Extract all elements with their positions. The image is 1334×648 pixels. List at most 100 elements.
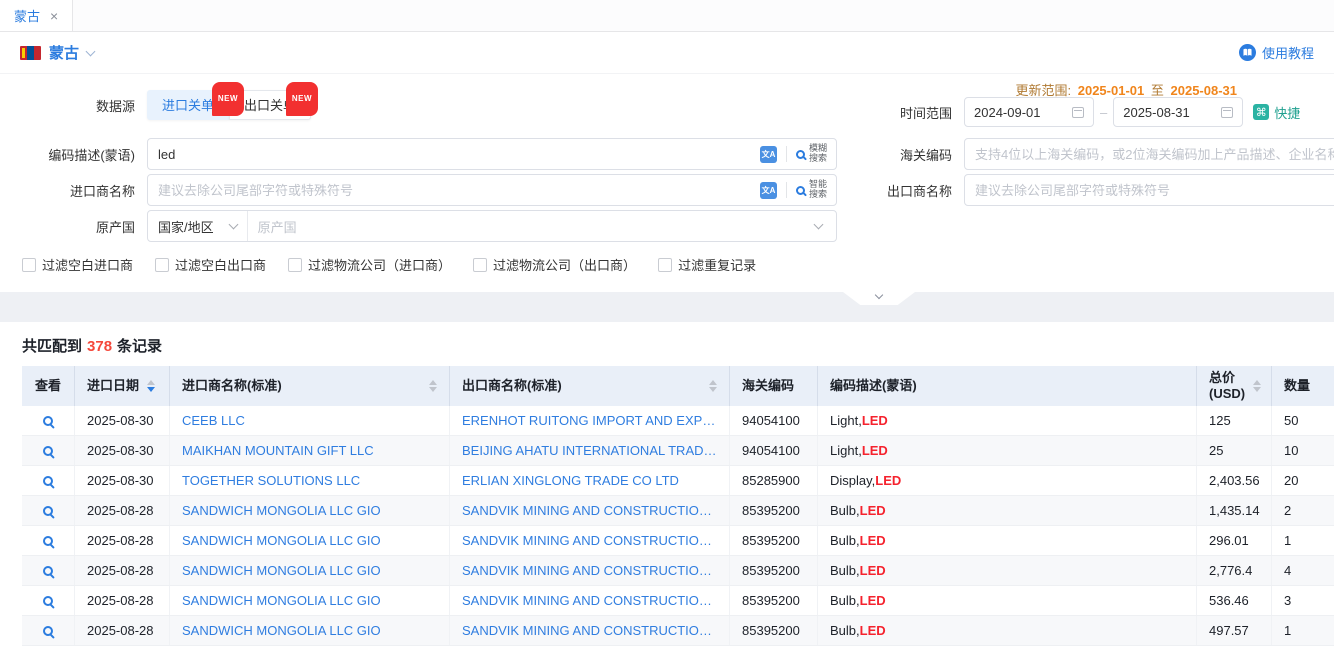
importer-cell: SANDWICH MONGOLIA LLC GIO [170,616,450,645]
filter-checkbox[interactable]: 过滤空白进口商 [22,255,133,274]
date-range-separator: – [1100,105,1107,120]
exporter-link[interactable]: ERENHOT RUITONG IMPORT AND EXPORT ... [462,413,717,428]
sort-icon[interactable] [429,380,437,392]
page-tab-mongolia[interactable]: 蒙古 × [0,0,73,31]
importer-link[interactable]: SANDWICH MONGOLIA LLC GIO [182,533,381,548]
quantity-cell: 20 [1272,466,1334,495]
description-text: Display, [830,473,875,488]
column-importer[interactable]: 进口商名称(标准) [170,366,450,406]
description-cell: Light, LED [818,406,1197,435]
start-date-input[interactable]: 2024-09-01 [964,97,1094,127]
description-cell: Bulb, LED [818,586,1197,615]
importer-cell: CEEB LLC [170,406,450,435]
filter-checkbox[interactable]: 过滤物流公司（出口商） [473,255,636,274]
region-select[interactable]: 国家/地区 [148,211,248,241]
exporter-link[interactable]: SANDVIK MINING AND CONSTRUCTION L... [462,533,717,548]
checkbox-label: 过滤物流公司（进口商） [308,255,451,274]
exporter-link[interactable]: BEIJING AHATU INTERNATIONAL TRADE C... [462,443,717,458]
country-selector[interactable]: 蒙古 [20,42,94,63]
shortcut-button[interactable]: ⌘ 快捷 [1253,103,1300,122]
view-magnifier-icon[interactable] [43,446,53,456]
collapse-handle[interactable] [843,292,915,305]
importer-link[interactable]: SANDWICH MONGOLIA LLC GIO [182,593,381,608]
checkbox-box[interactable] [288,258,302,272]
translate-icon[interactable]: 文A [760,146,777,163]
view-magnifier-icon[interactable] [43,596,53,606]
table-row: 2025-08-28 SANDWICH MONGOLIA LLC GIO SAN… [22,616,1334,646]
view-cell [22,466,75,495]
exporter-link[interactable]: SANDVIK MINING AND CONSTRUCTION L... [462,563,717,578]
importer-link[interactable]: CEEB LLC [182,413,245,428]
view-cell [22,616,75,645]
column-exporter[interactable]: 出口商名称(标准) [450,366,730,406]
checkbox-box[interactable] [473,258,487,272]
tab-import-declarations[interactable]: 进口关单 NEW [147,90,229,120]
exporter-link[interactable]: ERLIAN XINGLONG TRADE CO LTD [462,473,679,488]
view-magnifier-icon[interactable] [43,506,53,516]
column-total-usd[interactable]: 总价 (USD) [1197,366,1272,406]
view-magnifier-icon[interactable] [43,626,53,636]
tutorial-link[interactable]: 使用教程 [1239,43,1314,62]
divider [786,182,787,198]
sort-icon[interactable] [147,380,155,392]
exporter-cell: SANDVIK MINING AND CONSTRUCTION L... [450,616,730,645]
exporter-cell: BEIJING AHATU INTERNATIONAL TRADE C... [450,436,730,465]
importer-link[interactable]: TOGETHER SOLUTIONS LLC [182,473,360,488]
end-date-value: 2025-08-31 [1123,105,1190,120]
importer-link[interactable]: SANDWICH MONGOLIA LLC GIO [182,503,381,518]
view-cell [22,436,75,465]
checkbox-box[interactable] [155,258,169,272]
desc-input[interactable] [148,139,760,169]
column-import-date[interactable]: 进口日期 [75,366,170,406]
exporter-input[interactable] [965,175,1334,205]
hs-code-input[interactable] [965,139,1334,169]
time-range-label: 时间范围 [880,103,952,122]
hs-code-cell: 85395200 [730,616,818,645]
summary-prefix: 共匹配到 [22,338,82,355]
importer-link[interactable]: SANDWICH MONGOLIA LLC GIO [182,623,381,638]
table-row: 2025-08-30 TOGETHER SOLUTIONS LLC ERLIAN… [22,466,1334,496]
search-icon [796,186,805,195]
view-magnifier-icon[interactable] [43,476,53,486]
checkbox-box[interactable] [658,258,672,272]
filter-checkbox[interactable]: 过滤物流公司（进口商） [288,255,451,274]
filter-checkbox[interactable]: 过滤重复记录 [658,255,756,274]
divider [786,146,787,162]
exporter-link[interactable]: SANDVIK MINING AND CONSTRUCTION L... [462,503,717,518]
description-text: Light, [830,413,862,428]
importer-link[interactable]: SANDWICH MONGOLIA LLC GIO [182,563,381,578]
summary-suffix: 条记录 [117,338,162,355]
import-date-cell: 2025-08-30 [75,466,170,495]
table-row: 2025-08-30 CEEB LLC ERENHOT RUITONG IMPO… [22,406,1334,436]
checkbox-box[interactable] [22,258,36,272]
quantity-cell: 2 [1272,496,1334,525]
end-date-input[interactable]: 2025-08-31 [1113,97,1243,127]
close-icon[interactable]: × [50,9,58,23]
importer-input[interactable] [148,175,760,205]
translate-icon[interactable]: 文A [760,182,777,199]
fuzzy-search-button[interactable]: 模糊 搜索 [796,144,836,164]
importer-cell: SANDWICH MONGOLIA LLC GIO [170,586,450,615]
description-cell: Bulb, LED [818,496,1197,525]
update-range-to: 至 [1151,83,1164,98]
origin-placeholder: 原产国 [248,217,307,236]
total-cell: 125 [1197,406,1272,435]
description-cell: Display, LED [818,466,1197,495]
quantity-cell: 10 [1272,436,1334,465]
hs-code-cell: 85395200 [730,526,818,555]
smart-search-button[interactable]: 智能 搜索 [796,180,836,200]
calendar-icon [1221,107,1233,118]
view-magnifier-icon[interactable] [43,566,53,576]
data-source-tabs: 进口关单 NEW 出口关单 NEW [147,90,311,120]
view-magnifier-icon[interactable] [43,536,53,546]
table-header: 查看 进口日期 进口商名称(标准) 出口商名称(标准) 海关编码 编码描述(蒙语… [22,366,1334,406]
importer-link[interactable]: MAIKHAN MOUNTAIN GIFT LLC [182,443,374,458]
fuzzy-search-label: 模糊 搜索 [809,144,827,164]
exporter-link[interactable]: SANDVIK MINING AND CONSTRUCTION L... [462,623,717,638]
import-date-cell: 2025-08-28 [75,556,170,585]
filter-checkbox[interactable]: 过滤空白出口商 [155,255,266,274]
sort-icon[interactable] [1253,380,1261,392]
view-magnifier-icon[interactable] [43,416,53,426]
exporter-link[interactable]: SANDVIK MINING AND CONSTRUCTION L... [462,593,717,608]
sort-icon[interactable] [709,380,717,392]
